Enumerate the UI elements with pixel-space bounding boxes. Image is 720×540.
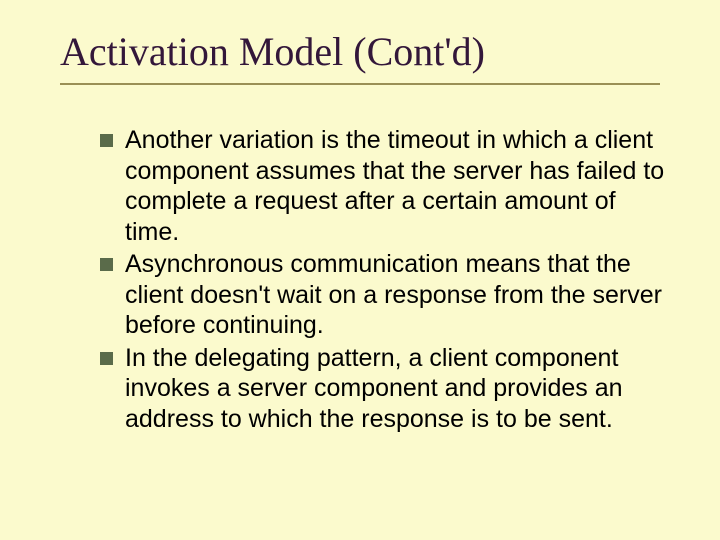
square-bullet-icon [100,258,113,271]
bullet-item: In the delegating pattern, a client comp… [100,343,670,435]
bullet-item: Another variation is the timeout in whic… [100,125,670,247]
bullet-text: Another variation is the timeout in whic… [125,125,670,247]
slide-title: Activation Model (Cont'd) [60,28,670,75]
bullet-text: Asynchronous communication means that th… [125,249,670,341]
bullet-item: Asynchronous communication means that th… [100,249,670,341]
square-bullet-icon [100,134,113,147]
square-bullet-icon [100,352,113,365]
bullet-text: In the delegating pattern, a client comp… [125,343,670,435]
slide-body: Another variation is the timeout in whic… [60,125,670,434]
slide: Activation Model (Cont'd) Another variat… [0,0,720,540]
title-underline [60,83,660,85]
